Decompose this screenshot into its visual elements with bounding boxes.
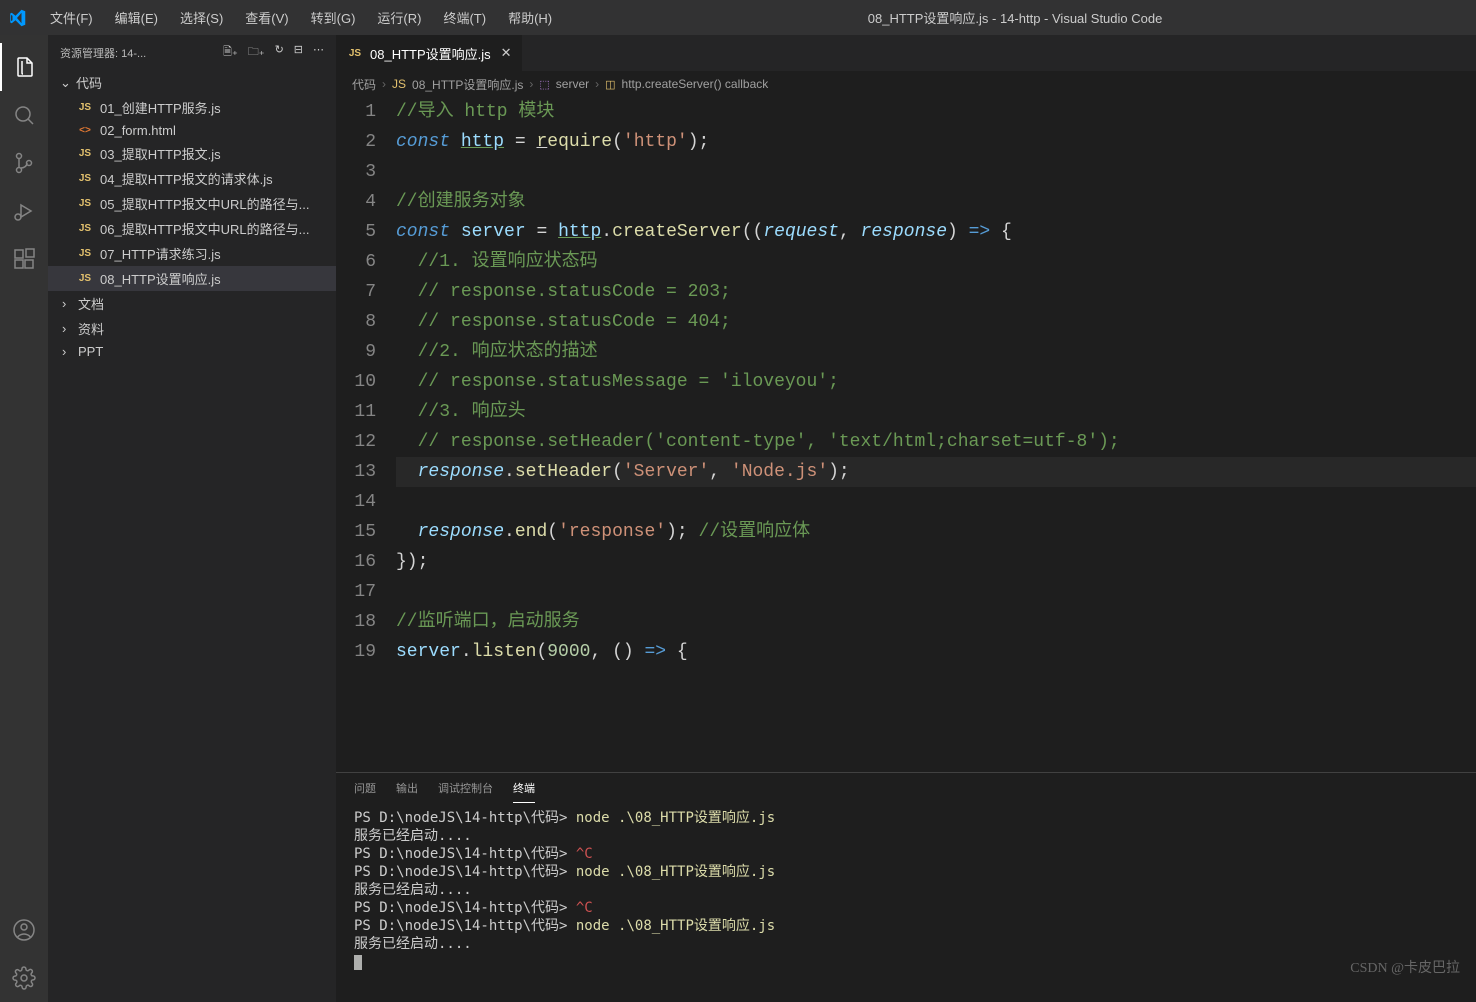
html-icon: <> <box>76 125 94 136</box>
explorer-icon[interactable] <box>0 43 48 91</box>
panel-tab-problems[interactable]: 问题 <box>354 774 376 802</box>
sidebar-explorer: 资源管理器: 14-... 🗎₊ 🗀₊ ↻ ⊟ ⋯ ⌄代码 JS01_创建HTT… <box>48 35 336 1002</box>
new-file-icon[interactable]: 🗎₊ <box>223 43 238 62</box>
js-icon: JS <box>76 148 94 159</box>
code-editor[interactable]: 12345678910111213141516171819 //导入 http … <box>336 97 1476 772</box>
method-icon: ◫ <box>605 78 615 91</box>
tab-active-file[interactable]: JS 08_HTTP设置响应.js ✕ <box>336 35 522 71</box>
bottom-panel: 问题 输出 调试控制台 终端 PS D:\nodeJS\14-http\代码> … <box>336 772 1476 1002</box>
file-04[interactable]: JS04_提取HTTP报文的请求体.js <box>48 166 336 191</box>
js-icon: JS <box>76 198 94 209</box>
js-icon: JS <box>76 273 94 284</box>
menu-help[interactable]: 帮助(H) <box>498 4 562 31</box>
watermark: CSDN @卡皮巴拉 <box>1350 960 1460 978</box>
tab-label: 08_HTTP设置响应.js <box>370 44 491 63</box>
terminal-cursor <box>354 955 362 970</box>
menu-view[interactable]: 查看(V) <box>235 4 298 31</box>
file-08[interactable]: JS08_HTTP设置响应.js <box>48 266 336 291</box>
window-title: 08_HTTP设置响应.js - 14-http - Visual Studio… <box>562 8 1468 27</box>
account-icon[interactable] <box>0 906 48 954</box>
menu-terminal[interactable]: 终端(T) <box>433 4 496 31</box>
variable-icon: ⬚ <box>539 78 549 91</box>
collapse-icon[interactable]: ⊟ <box>294 43 303 62</box>
editor-tabs: JS 08_HTTP设置响应.js ✕ <box>336 35 1476 71</box>
source-control-icon[interactable] <box>0 139 48 187</box>
menu-file[interactable]: 文件(F) <box>40 4 103 31</box>
file-02[interactable]: <>02_form.html <box>48 120 336 141</box>
terminal-content[interactable]: PS D:\nodeJS\14-http\代码> node .\08_HTTP设… <box>336 803 1476 1002</box>
more-icon[interactable]: ⋯ <box>313 43 324 62</box>
file-tree: ⌄代码 JS01_创建HTTP服务.js <>02_form.html JS03… <box>48 70 336 1002</box>
panel-tab-debug[interactable]: 调试控制台 <box>438 774 493 802</box>
js-icon: JS <box>76 223 94 234</box>
folder-ppt[interactable]: ›PPT <box>48 341 336 362</box>
file-03[interactable]: JS03_提取HTTP报文.js <box>48 141 336 166</box>
folder-code[interactable]: ⌄代码 <box>48 70 336 95</box>
menubar: 文件(F) 编辑(E) 选择(S) 查看(V) 转到(G) 运行(R) 终端(T… <box>40 4 562 31</box>
breadcrumb[interactable]: 代码› JS08_HTTP设置响应.js› ⬚server› ◫http.cre… <box>336 71 1476 97</box>
file-07[interactable]: JS07_HTTP请求练习.js <box>48 241 336 266</box>
chevron-right-icon: › <box>62 344 78 359</box>
panel-tab-output[interactable]: 输出 <box>396 774 418 802</box>
file-01[interactable]: JS01_创建HTTP服务.js <box>48 95 336 120</box>
file-05[interactable]: JS05_提取HTTP报文中URL的路径与... <box>48 191 336 216</box>
js-icon: JS <box>392 77 406 91</box>
titlebar: 文件(F) 编辑(E) 选择(S) 查看(V) 转到(G) 运行(R) 终端(T… <box>0 0 1476 35</box>
folder-materials[interactable]: ›资料 <box>48 316 336 341</box>
js-icon: JS <box>76 248 94 259</box>
search-icon[interactable] <box>0 91 48 139</box>
folder-docs[interactable]: ›文档 <box>48 291 336 316</box>
js-icon: JS <box>346 48 364 59</box>
panel-tabs: 问题 输出 调试控制台 终端 <box>336 773 1476 803</box>
js-icon: JS <box>76 102 94 113</box>
debug-icon[interactable] <box>0 187 48 235</box>
menu-go[interactable]: 转到(G) <box>301 4 366 31</box>
new-folder-icon[interactable]: 🗀₊ <box>248 43 265 62</box>
code-content[interactable]: //导入 http 模块const http = require('http')… <box>396 97 1476 772</box>
chevron-right-icon: › <box>62 321 78 336</box>
file-06[interactable]: JS06_提取HTTP报文中URL的路径与... <box>48 216 336 241</box>
bc-file: 08_HTTP设置响应.js <box>412 76 523 93</box>
chevron-down-icon: ⌄ <box>60 75 76 91</box>
bc-folder: 代码 <box>352 76 376 93</box>
panel-tab-terminal[interactable]: 终端 <box>513 774 535 803</box>
main-area: 资源管理器: 14-... 🗎₊ 🗀₊ ↻ ⊟ ⋯ ⌄代码 JS01_创建HTT… <box>0 35 1476 1002</box>
line-numbers: 12345678910111213141516171819 <box>336 97 396 772</box>
vscode-logo-icon <box>8 8 28 28</box>
sidebar-header: 资源管理器: 14-... 🗎₊ 🗀₊ ↻ ⊟ ⋯ <box>48 35 336 70</box>
menu-run[interactable]: 运行(R) <box>367 4 431 31</box>
menu-edit[interactable]: 编辑(E) <box>105 4 168 31</box>
refresh-icon[interactable]: ↻ <box>275 43 284 62</box>
activitybar <box>0 35 48 1002</box>
bc-symbol1: server <box>556 77 589 91</box>
bc-symbol2: http.createServer() callback <box>622 77 769 91</box>
settings-gear-icon[interactable] <box>0 954 48 1002</box>
extensions-icon[interactable] <box>0 235 48 283</box>
sidebar-title: 资源管理器: 14-... <box>60 45 146 61</box>
close-icon[interactable]: ✕ <box>501 45 512 61</box>
menu-select[interactable]: 选择(S) <box>170 4 233 31</box>
sidebar-actions: 🗎₊ 🗀₊ ↻ ⊟ ⋯ <box>223 43 324 62</box>
js-icon: JS <box>76 173 94 184</box>
chevron-right-icon: › <box>62 296 78 311</box>
editor-area: JS 08_HTTP设置响应.js ✕ 代码› JS08_HTTP设置响应.js… <box>336 35 1476 1002</box>
